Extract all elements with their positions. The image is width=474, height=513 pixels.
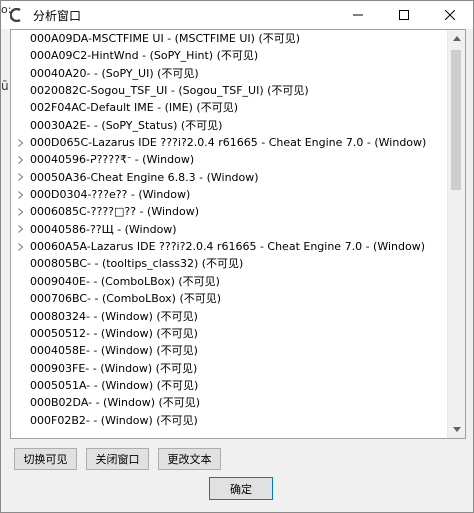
- tree-item[interactable]: 000A09C2-HintWnd - (SoPY_Hint) (不可见): [11, 47, 447, 64]
- expand-chevron-icon[interactable]: [16, 169, 24, 186]
- tree-item-label: 000D065C-Lazarus IDE ???i?2.0.4 r61665 -…: [30, 136, 427, 150]
- minimize-button[interactable]: [335, 1, 381, 29]
- tree-item-label: 00080324- - (Window) (不可见): [30, 309, 198, 323]
- tree-item[interactable]: 000D065C-Lazarus IDE ???i?2.0.4 r61665 -…: [11, 134, 447, 151]
- tree-item-label: 000903FE- - (Window) (不可见): [30, 361, 198, 375]
- tree-item-label: 000F02B2- - (Window) (不可见): [30, 413, 198, 427]
- tree-item-label: 00040586-??Щ - (Window): [30, 222, 177, 236]
- tree-item-label: 000B02DA- - (Window) (不可见): [30, 396, 201, 410]
- tree-item[interactable]: 0006085C-????□?? - (Window): [11, 203, 447, 220]
- maximize-icon: [399, 10, 409, 20]
- tree-item[interactable]: 002F04AC-Default IME - (IME) (不可见): [11, 99, 447, 116]
- tree-item[interactable]: 000F02B2- - (Window) (不可见): [11, 412, 447, 429]
- expand-chevron-icon[interactable]: [16, 151, 24, 168]
- title-bar[interactable]: 分析窗口: [1, 1, 473, 29]
- tree-item-label: 0006085C-????□?? - (Window): [30, 205, 199, 219]
- close-window-button[interactable]: 关闭窗口: [86, 448, 149, 470]
- tree-item-label: 000A09DA-MSCTFIME UI - (MSCTFIME UI) (不可…: [30, 32, 301, 45]
- tree-item[interactable]: 0009040E- - (ComboLBox) (不可见): [11, 273, 447, 290]
- scroll-up-icon[interactable]: [448, 30, 465, 47]
- expand-chevron-icon[interactable]: [16, 238, 24, 255]
- expand-chevron-icon[interactable]: [16, 186, 24, 203]
- ok-button[interactable]: 确定: [209, 477, 273, 500]
- tree-item[interactable]: 0004058E- - (Window) (不可见): [11, 342, 447, 359]
- tree-item-label: 0009040E- - (ComboLBox) (不可见): [30, 274, 220, 288]
- close-button[interactable]: [427, 1, 473, 29]
- tree-item[interactable]: 000D0304-???e?? - (Window): [11, 186, 447, 203]
- tree-item-label: 0005051A- - (Window) (不可见): [30, 378, 199, 392]
- tree-item[interactable]: 000B02DA- - (Window) (不可见): [11, 394, 447, 411]
- toggle-visible-button[interactable]: 切换可见: [14, 448, 77, 470]
- expand-chevron-icon[interactable]: [16, 203, 24, 220]
- tree-item-label: 00040596-ᕈ????₹ᐨ - (Window): [30, 153, 195, 167]
- expand-chevron-icon[interactable]: [16, 134, 24, 151]
- tree-item-label: 00030A2E- - (SoPY_Status) (不可见): [30, 118, 223, 132]
- tree-item-label: 002F04AC-Default IME - (IME) (不可见): [30, 101, 238, 115]
- tree-item[interactable]: [11, 429, 447, 438]
- tree-item[interactable]: 00030A2E- - (SoPY_Status) (不可见): [11, 117, 447, 134]
- tree-item[interactable]: 00040A20- - (SoPY_UI) (不可见): [11, 65, 447, 82]
- close-icon: [445, 10, 455, 20]
- analyze-window: 分析窗口 o: ū 000A09DA-MSCTFIME UI - (MSCTFI…: [0, 0, 474, 513]
- tree-item-label: 00050512- - (Window) (不可见): [30, 326, 198, 340]
- tree-item[interactable]: 000A09DA-MSCTFIME UI - (MSCTFIME UI) (不可…: [11, 30, 447, 47]
- tree-item[interactable]: 0020082C-Sogou_TSF_UI - (Sogou_TSF_UI) (…: [11, 82, 447, 99]
- vertical-scrollbar[interactable]: [447, 30, 465, 438]
- window-tree-list: 000A09DA-MSCTFIME UI - (MSCTFIME UI) (不可…: [11, 30, 447, 438]
- tree-item[interactable]: 00080324- - (Window) (不可见): [11, 308, 447, 325]
- tree-item-label: 000706BC- - (ComboLBox) (不可见): [30, 292, 222, 306]
- tree-item[interactable]: 000706BC- - (ComboLBox) (不可见): [11, 290, 447, 307]
- window-tree[interactable]: 000A09DA-MSCTFIME UI - (MSCTFIME UI) (不可…: [10, 29, 466, 439]
- tree-item-label: 000D0304-???e?? - (Window): [30, 188, 191, 202]
- tree-item[interactable]: 00040596-ᕈ????₹ᐨ - (Window): [11, 151, 447, 168]
- tree-item[interactable]: 00050A36-Cheat Engine 6.8.3 - (Window): [11, 169, 447, 186]
- change-text-button[interactable]: 更改文本: [158, 448, 221, 470]
- scroll-down-icon[interactable]: [448, 421, 465, 438]
- scroll-thumb[interactable]: [451, 50, 461, 190]
- maximize-button[interactable]: [381, 1, 427, 29]
- expand-chevron-icon[interactable]: [16, 221, 24, 238]
- tree-item-label: 000A09C2-HintWnd - (SoPY_Hint) (不可见): [30, 49, 259, 63]
- tree-item-label: 000805BC- - (tooltips_class32) (不可见): [30, 257, 244, 271]
- tree-item[interactable]: 000805BC- - (tooltips_class32) (不可见): [11, 255, 447, 272]
- tree-item[interactable]: 000903FE- - (Window) (不可见): [11, 360, 447, 377]
- minimize-icon: [353, 14, 363, 16]
- tree-item[interactable]: 0005051A- - (Window) (不可见): [11, 377, 447, 394]
- tree-item-label: 0020082C-Sogou_TSF_UI - (Sogou_TSF_UI) (…: [30, 84, 309, 98]
- tree-item-label: 0004058E- - (Window) (不可见): [30, 344, 198, 358]
- tree-item[interactable]: 00060A5A-Lazarus IDE ???i?2.0.4 r61665 -…: [11, 238, 447, 255]
- tree-item-label: 00050A36-Cheat Engine 6.8.3 - (Window): [30, 170, 259, 184]
- tree-item[interactable]: 00040586-??Щ - (Window): [11, 221, 447, 238]
- tree-item-label: 00040A20- - (SoPY_UI) (不可见): [30, 66, 199, 80]
- background-window-letter: ū: [1, 79, 9, 93]
- window-title: 分析窗口: [33, 8, 82, 23]
- tree-item[interactable]: 00050512- - (Window) (不可见): [11, 325, 447, 342]
- tree-item-label: 00060A5A-Lazarus IDE ???i?2.0.4 r61665 -…: [30, 240, 425, 254]
- background-window-text: o:: [1, 3, 12, 16]
